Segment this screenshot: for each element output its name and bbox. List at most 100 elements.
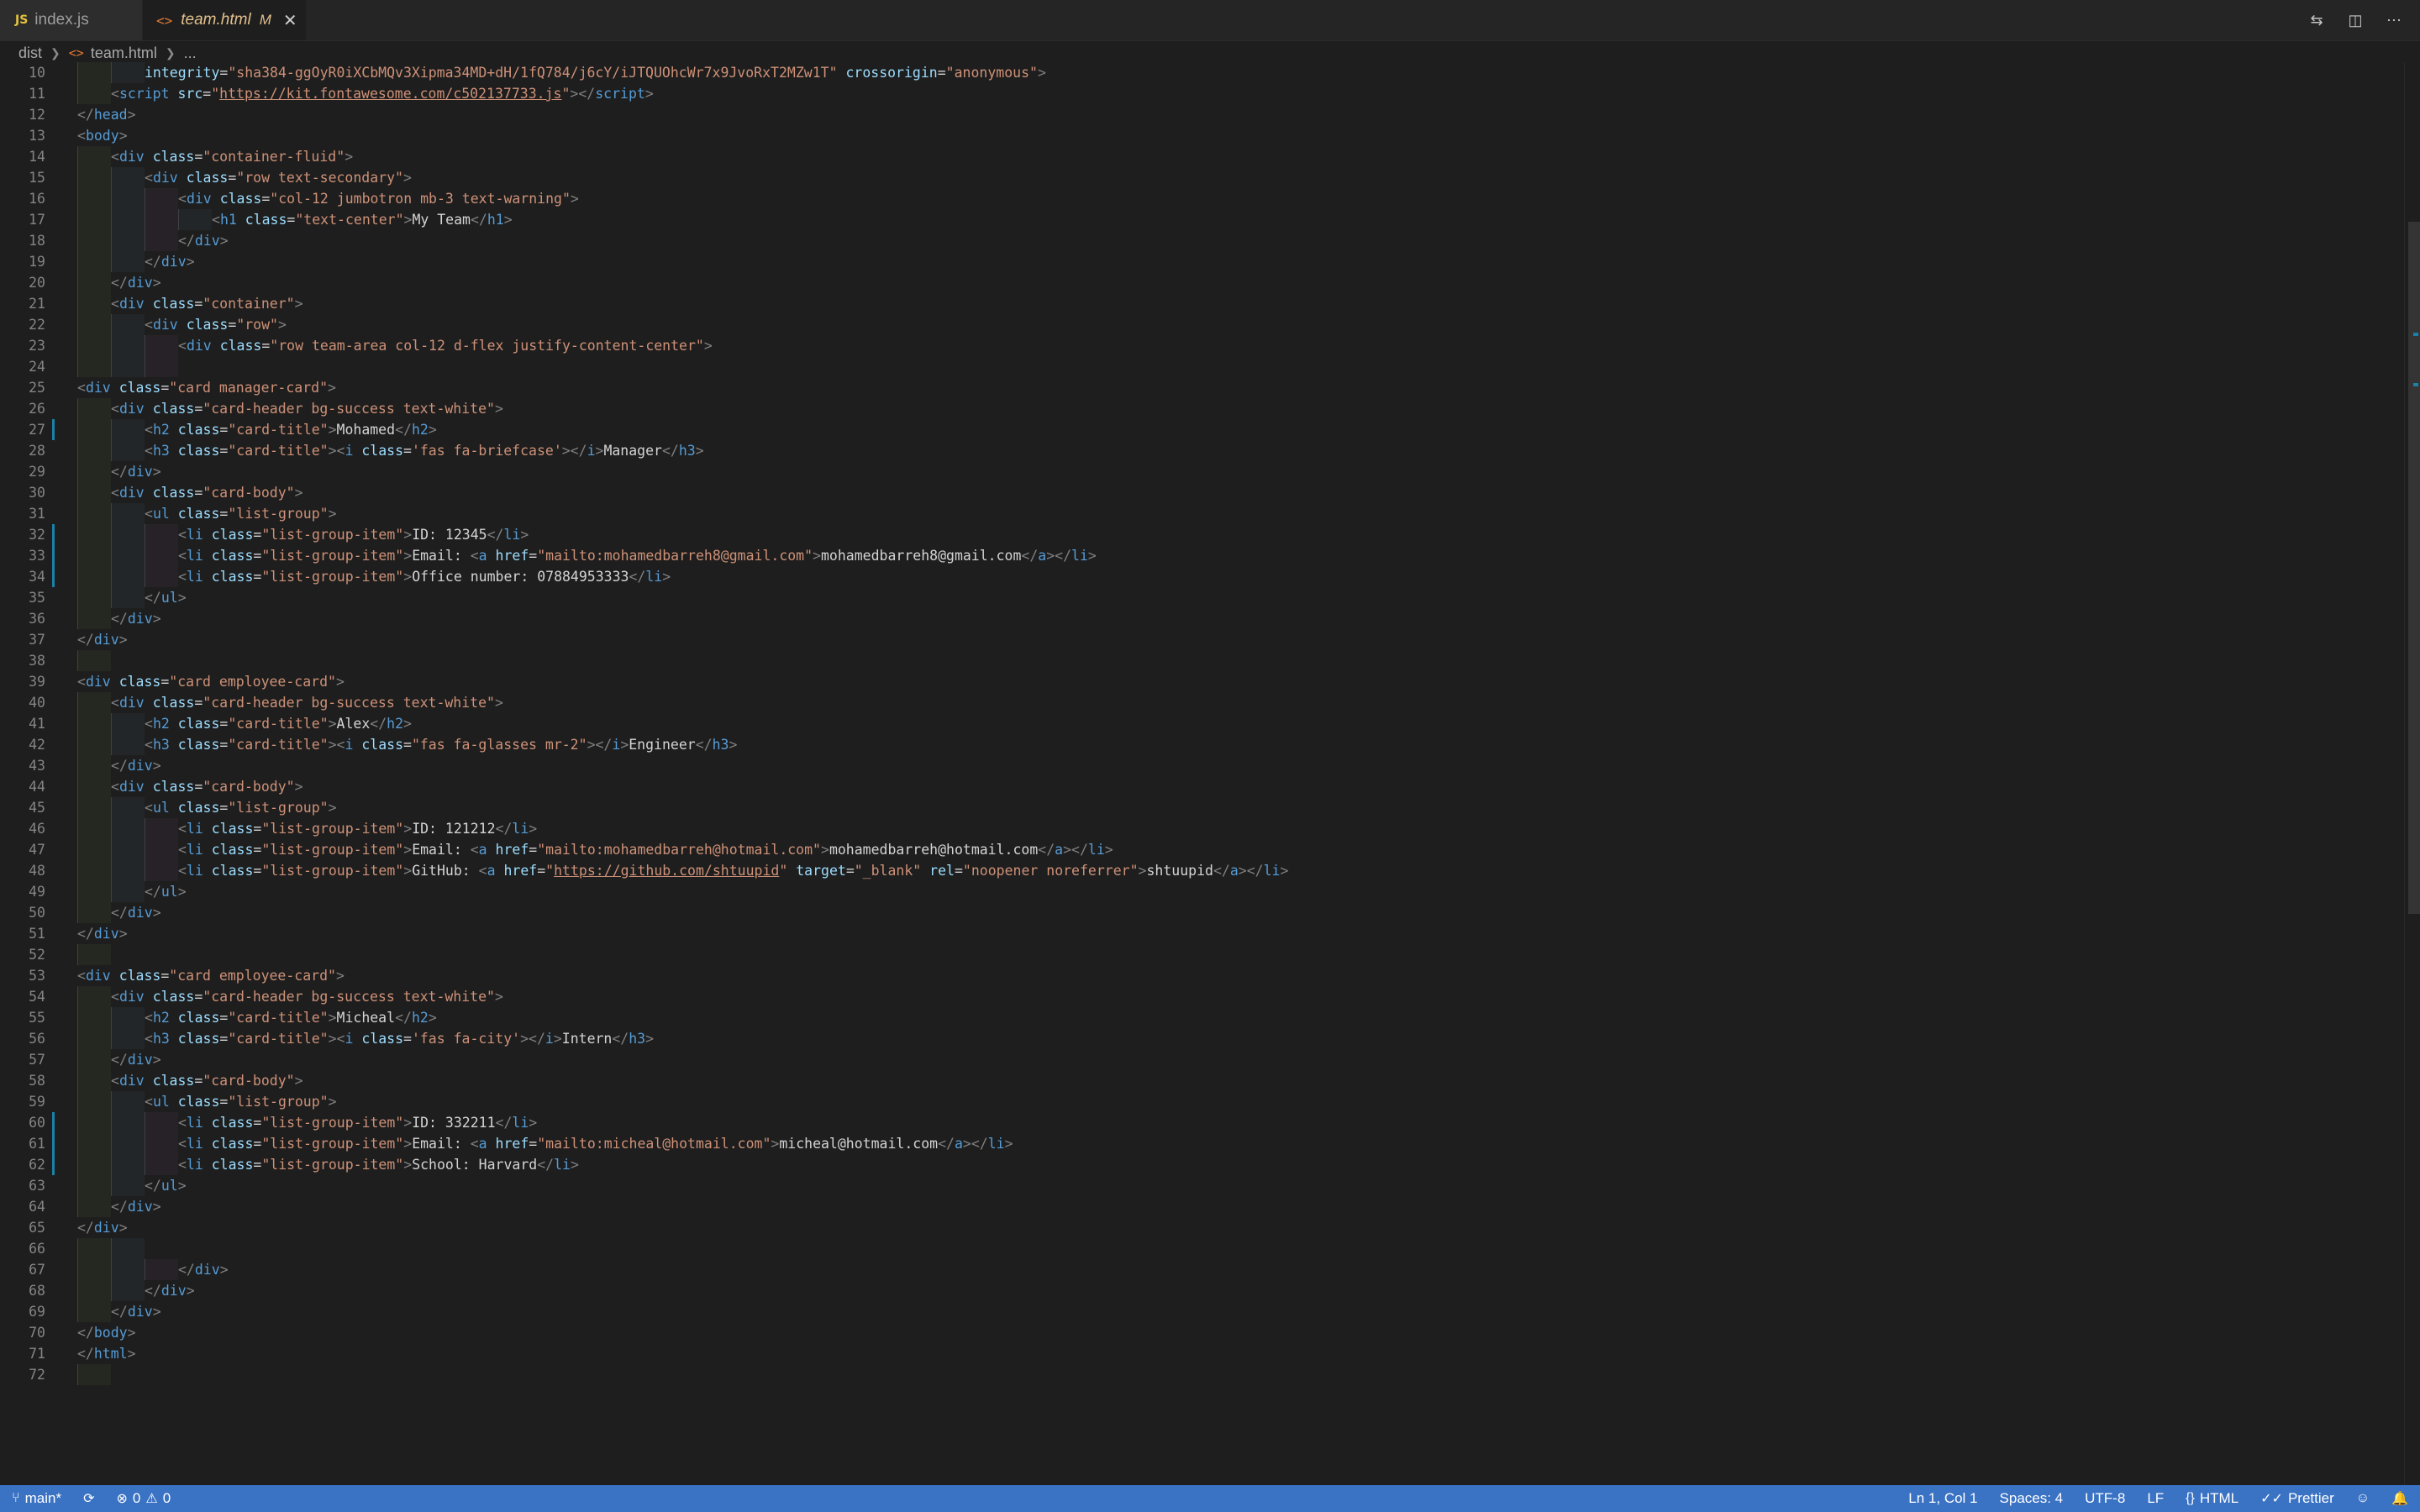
code-line[interactable]: 10 integrity="sha384-ggOyR0iXCbMQv3Xipma3…	[0, 62, 2405, 83]
code-line[interactable]: 58 <div class="card-body">	[0, 1070, 2405, 1091]
code-line[interactable]: 34 <li class="list-group-item">Office num…	[0, 566, 2405, 587]
code-line[interactable]: 20 </div>	[0, 272, 2405, 293]
line-number: 10	[29, 65, 45, 81]
scrollbar-thumb[interactable]	[2408, 222, 2420, 914]
code-line[interactable]: 63 </ul>	[0, 1175, 2405, 1196]
indent-guide-line	[77, 1238, 78, 1259]
code-line[interactable]: 55 <h2 class="card-title">Micheal</h2>	[0, 1007, 2405, 1028]
code-line[interactable]: 65 </div>	[0, 1217, 2405, 1238]
breadcrumb-symbol[interactable]: ...	[184, 45, 197, 62]
code-line[interactable]: 57 </div>	[0, 1049, 2405, 1070]
code-line[interactable]: 17 <h1 class="text-center">My Team</h1>	[0, 209, 2405, 230]
code-line[interactable]: 61 <li class="list-group-item">Email: <a …	[0, 1133, 2405, 1154]
code-line[interactable]: 28 <h3 class="card-title"><i class='fas f…	[0, 440, 2405, 461]
indentation[interactable]: Spaces: 4	[2000, 1490, 2064, 1507]
code-line[interactable]: 39 <div class="card employee-card">	[0, 671, 2405, 692]
code-line[interactable]: 22 <div class="row">	[0, 314, 2405, 335]
cursor-position[interactable]: Ln 1, Col 1	[1908, 1490, 1977, 1507]
code-line[interactable]: 43 </div>	[0, 755, 2405, 776]
code-line[interactable]: 52	[0, 944, 2405, 965]
code-line[interactable]: 66	[0, 1238, 2405, 1259]
tab-index-js[interactable]: JS index.js	[0, 0, 143, 40]
source-control-compare-icon[interactable]: ⇆	[2307, 11, 2326, 29]
code-line[interactable]: 70 </body>	[0, 1322, 2405, 1343]
code-line[interactable]: 41 <h2 class="card-title">Alex</h2>	[0, 713, 2405, 734]
breadcrumb-file[interactable]: team.html	[91, 45, 157, 62]
close-icon[interactable]: ✕	[283, 10, 297, 31]
code-line[interactable]: 29 </div>	[0, 461, 2405, 482]
code-line[interactable]: 45 <ul class="list-group">	[0, 797, 2405, 818]
code-text: <li class="list-group-item">ID: 332211</…	[178, 1115, 538, 1131]
code-line[interactable]: 32 <li class="list-group-item">ID: 12345<…	[0, 524, 2405, 545]
notifications-button[interactable]: 🔔	[2391, 1490, 2408, 1507]
code-text: <h2 class="card-title">Alex</h2>	[145, 716, 412, 732]
line-number: 25	[29, 380, 45, 396]
code-line[interactable]: 16 <div class="col-12 jumbotron mb-3 text…	[0, 188, 2405, 209]
sync-button[interactable]: ⟳	[83, 1490, 94, 1507]
code-line[interactable]: 72	[0, 1364, 2405, 1385]
code-text: </div>	[111, 1052, 161, 1068]
encoding[interactable]: UTF-8	[2085, 1490, 2125, 1507]
code-editor[interactable]: 10 integrity="sha384-ggOyR0iXCbMQv3Xipma3…	[0, 62, 2405, 1485]
code-line[interactable]: 18 </div>	[0, 230, 2405, 251]
code-line[interactable]: 25 <div class="card manager-card">	[0, 377, 2405, 398]
split-editor-icon[interactable]: ◫	[2346, 11, 2365, 29]
end-of-line[interactable]: LF	[2147, 1490, 2164, 1507]
code-line[interactable]: 67 </div>	[0, 1259, 2405, 1280]
code-line[interactable]: 24	[0, 356, 2405, 377]
code-line[interactable]: 38	[0, 650, 2405, 671]
indent-guide	[111, 524, 145, 545]
code-line[interactable]: 14 <div class="container-fluid">	[0, 146, 2405, 167]
code-line[interactable]: 60 <li class="list-group-item">ID: 332211…	[0, 1112, 2405, 1133]
code-line[interactable]: 50 </div>	[0, 902, 2405, 923]
code-line[interactable]: 42 <h3 class="card-title"><i class="fas f…	[0, 734, 2405, 755]
branch-indicator[interactable]: ⑂ main*	[12, 1490, 61, 1507]
code-line[interactable]: 46 <li class="list-group-item">ID: 121212…	[0, 818, 2405, 839]
code-line[interactable]: 64 </div>	[0, 1196, 2405, 1217]
code-line[interactable]: 33 <li class="list-group-item">Email: <a …	[0, 545, 2405, 566]
code-line[interactable]: 40 <div class="card-header bg-success tex…	[0, 692, 2405, 713]
code-line[interactable]: 59 <ul class="list-group">	[0, 1091, 2405, 1112]
code-line[interactable]: 21 <div class="container">	[0, 293, 2405, 314]
line-number: 63	[29, 1178, 45, 1194]
code-line[interactable]: 12 </head>	[0, 104, 2405, 125]
code-line[interactable]: 30 <div class="card-body">	[0, 482, 2405, 503]
tab-team-html[interactable]: <> team.html M ✕	[143, 0, 306, 40]
code-line[interactable]: 27 <h2 class="card-title">Mohamed</h2>	[0, 419, 2405, 440]
code-text: </div>	[145, 1283, 195, 1299]
code-line[interactable]: 19 </div>	[0, 251, 2405, 272]
problems-indicator[interactable]: ⊗ 0 ⚠ 0	[116, 1490, 171, 1507]
code-line[interactable]: 44 <div class="card-body">	[0, 776, 2405, 797]
code-line[interactable]: 69 </div>	[0, 1301, 2405, 1322]
language-mode[interactable]: {} HTML	[2186, 1490, 2238, 1507]
code-line[interactable]: 15 <div class="row text-secondary">	[0, 167, 2405, 188]
code-line[interactable]: 53 <div class="card employee-card">	[0, 965, 2405, 986]
code-line[interactable]: 37 </div>	[0, 629, 2405, 650]
code-line[interactable]: 35 </ul>	[0, 587, 2405, 608]
vertical-scrollbar[interactable]	[2404, 62, 2420, 1485]
code-line[interactable]: 13 <body>	[0, 125, 2405, 146]
code-line[interactable]: 23 <div class="row team-area col-12 d-fle…	[0, 335, 2405, 356]
code-line[interactable]: 11 <script src="https://kit.fontawesome.c…	[0, 83, 2405, 104]
code-line[interactable]: 47 <li class="list-group-item">Email: <a …	[0, 839, 2405, 860]
code-line[interactable]: 54 <div class="card-header bg-success tex…	[0, 986, 2405, 1007]
indent-guide-line	[77, 482, 78, 503]
prettier-status[interactable]: ✓✓ Prettier	[2260, 1490, 2334, 1507]
code-line[interactable]: 71 </html>	[0, 1343, 2405, 1364]
code-line[interactable]: 31 <ul class="list-group">	[0, 503, 2405, 524]
code-line[interactable]: 62 <li class="list-group-item">School: Ha…	[0, 1154, 2405, 1175]
code-line[interactable]: 48 <li class="list-group-item">GitHub: <a…	[0, 860, 2405, 881]
feedback-button[interactable]: ☺	[2356, 1491, 2370, 1506]
line-number: 51	[29, 926, 45, 942]
code-line[interactable]: 68 </div>	[0, 1280, 2405, 1301]
code-line[interactable]: 26 <div class="card-header bg-success tex…	[0, 398, 2405, 419]
more-actions-icon[interactable]: ⋯	[2385, 11, 2403, 29]
code-line[interactable]: 36 </div>	[0, 608, 2405, 629]
indent-guide	[111, 1007, 145, 1028]
indent-guide	[111, 209, 145, 230]
breadcrumb-folder[interactable]: dist	[18, 45, 42, 62]
line-number: 43	[29, 758, 45, 774]
code-line[interactable]: 49 </ul>	[0, 881, 2405, 902]
code-line[interactable]: 56 <h3 class="card-title"><i class='fas f…	[0, 1028, 2405, 1049]
code-line[interactable]: 51 </div>	[0, 923, 2405, 944]
